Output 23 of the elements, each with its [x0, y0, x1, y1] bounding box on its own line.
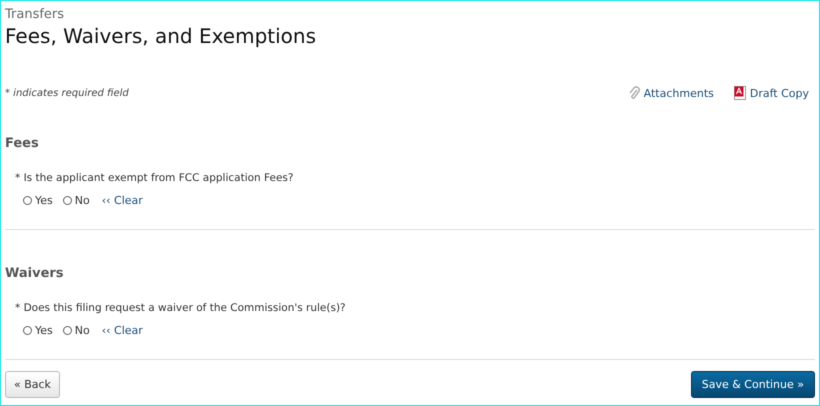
radio-icon[interactable]	[62, 196, 72, 205]
back-button[interactable]: « Back	[5, 371, 60, 398]
radio-icon[interactable]	[23, 326, 32, 335]
attachments-link[interactable]: Attachments	[628, 86, 714, 100]
question-label: * Is the applicant exempt from FCC application Fees?	[15, 172, 294, 184]
clear-link[interactable]: ‹‹ Clear	[102, 194, 143, 207]
question-label: * Does this filing request a waiver of the Commission's rule(s)?	[15, 302, 347, 314]
section-heading: Waivers	[5, 266, 65, 281]
radio-icon[interactable]	[62, 326, 72, 335]
radio-option[interactable]: Yes	[23, 194, 53, 207]
radio-option[interactable]: No	[62, 194, 90, 207]
pdf-icon	[734, 86, 746, 100]
section-heading: Fees	[5, 136, 40, 151]
clear-link[interactable]: ‹‹ Clear	[102, 324, 143, 337]
breadcrumb: Transfers	[5, 7, 66, 22]
radio-option[interactable]: No	[62, 324, 90, 337]
radio-icon[interactable]	[23, 196, 32, 205]
required-note: * indicates required field	[5, 88, 129, 98]
draft-copy-link[interactable]: Draft Copy	[734, 86, 809, 100]
paperclip-icon	[628, 86, 640, 100]
page-title: Fees, Waivers, and Exemptions	[5, 24, 318, 48]
radio-option[interactable]: Yes	[23, 324, 53, 337]
save-continue-button[interactable]: Save & Continue »	[690, 371, 815, 398]
